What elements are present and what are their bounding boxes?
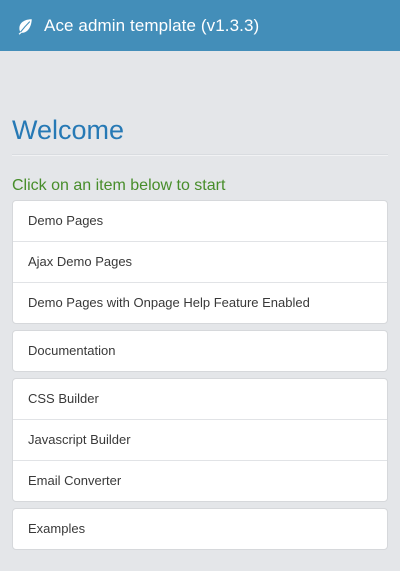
menu-item-email-converter[interactable]: Email Converter — [13, 460, 387, 501]
menu-group-docs: Documentation — [12, 330, 388, 372]
leaf-icon — [14, 15, 36, 37]
menu-item-documentation[interactable]: Documentation — [13, 331, 387, 371]
page-title: Welcome — [12, 112, 388, 155]
menu-item-demo-pages[interactable]: Demo Pages — [13, 201, 387, 241]
menu-item-css-builder[interactable]: CSS Builder — [13, 379, 387, 419]
brand-title[interactable]: Ace admin template (v1.3.3) — [44, 16, 259, 36]
menu-group-demos: Demo Pages Ajax Demo Pages Demo Pages wi… — [12, 200, 388, 324]
main-content: Welcome Click on an item below to start … — [0, 112, 400, 550]
menu-item-ajax-demo-pages[interactable]: Ajax Demo Pages — [13, 241, 387, 282]
menu-item-onpage-help-demo[interactable]: Demo Pages with Onpage Help Feature Enab… — [13, 282, 387, 323]
top-navbar: Ace admin template (v1.3.3) — [0, 0, 400, 51]
menu-item-javascript-builder[interactable]: Javascript Builder — [13, 419, 387, 460]
page-subtitle: Click on an item below to start — [12, 177, 226, 194]
menu-item-examples[interactable]: Examples — [13, 509, 387, 549]
menu-group-examples: Examples — [12, 508, 388, 550]
menu-group-builders: CSS Builder Javascript Builder Email Con… — [12, 378, 388, 502]
